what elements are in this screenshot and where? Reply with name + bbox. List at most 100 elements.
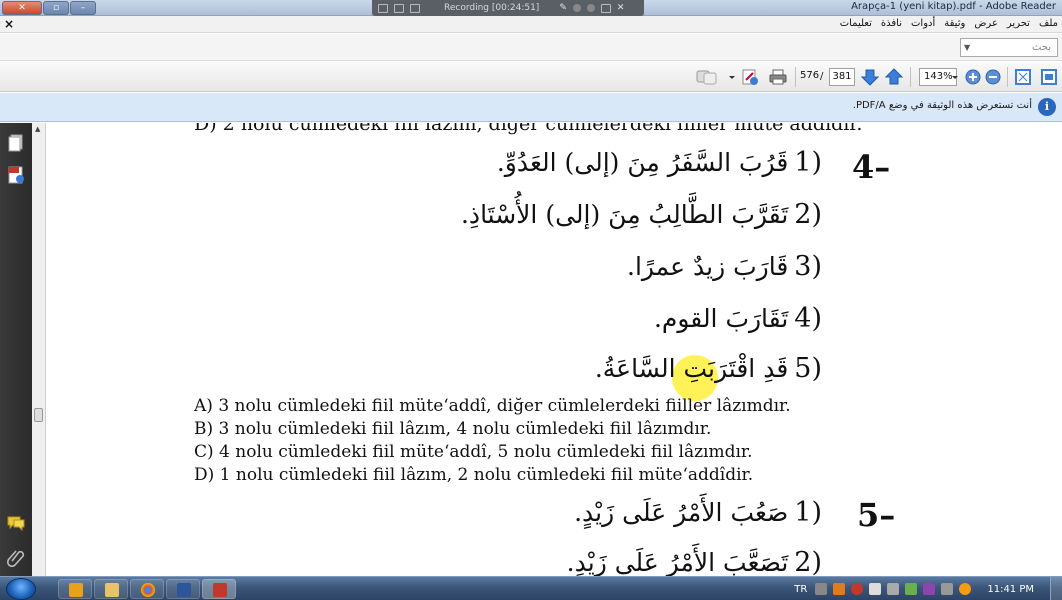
next-page-icon[interactable] (861, 68, 879, 86)
menu-document[interactable]: وثيقة (944, 16, 965, 32)
toolbar-separator (910, 67, 911, 87)
comments-icon[interactable] (6, 513, 26, 533)
stop-icon[interactable] (586, 4, 595, 12)
q4-option-c: C) 4 nolu cümledeki fiil müte‘addî, 5 no… (194, 442, 753, 462)
chevron-down-icon[interactable] (728, 68, 736, 86)
q4-sentence-3: قَارَبَ زيدٌ عمرًا. 3) (627, 251, 822, 282)
search-dropdown-icon[interactable]: ▼ (964, 39, 970, 56)
q5-sentence-2-number: 2) (794, 547, 822, 576)
scroll-up-icon[interactable]: ▲ (35, 125, 40, 133)
menu-help[interactable]: تعليمات (840, 16, 872, 32)
q4-sentence-5-text: قَدِ اقْتَرَبَتِ السَّاعَةُ. (594, 354, 789, 383)
close-document-button[interactable]: × (4, 16, 14, 32)
menu-file[interactable]: ملف (1039, 16, 1058, 32)
read-mode-icon[interactable] (1040, 68, 1058, 86)
folder-icon (105, 583, 119, 597)
pdfa-info-bar: أنت تستعرض هذه الوثيقة في وضع PDF/A. i (0, 93, 1062, 122)
q4-sentence-3-number: 3) (794, 251, 822, 282)
tray-security-icon[interactable] (905, 583, 918, 595)
q4-sentence-5-number: 5) (794, 353, 822, 384)
maximize-window-button[interactable]: ▫ (43, 1, 69, 15)
clock[interactable]: 11:41 PM (987, 584, 1034, 595)
recording-toolbar: Recording [00:24:51] ✎ ✕ (372, 0, 644, 16)
language-indicator[interactable]: TR (794, 584, 807, 595)
document-page: D) 2 nolu cümledeki fiil lâzım, diğer cü… (47, 123, 1062, 576)
region-icon[interactable] (410, 3, 420, 13)
tray-device-icon[interactable] (941, 583, 954, 595)
q4-sentence-2-text: تَقَرَّبَ الطَّالِبُ مِنَ (إلى) الأُسْتَ… (460, 200, 789, 229)
pdfa-message: أنت تستعرض هذه الوثيقة في وضع PDF/A. (852, 100, 1032, 111)
question-5-number: 5– (857, 496, 896, 534)
q5-sentence-1-text: صَعُبَ الأَمْرُ عَلَى زَيْدٍ. (574, 498, 789, 527)
zoom-dropdown-icon[interactable] (951, 68, 959, 86)
current-page-field[interactable]: 576 (800, 68, 819, 86)
close-recorder-icon[interactable]: ✕ (617, 3, 625, 13)
windows-taskbar: TR 11:41 PM (0, 576, 1062, 600)
word-icon (177, 583, 191, 597)
show-desktop-button[interactable] (1050, 577, 1062, 600)
search-input[interactable]: ▼ بحث (960, 38, 1058, 57)
fit-page-icon[interactable] (1014, 68, 1032, 86)
tray-app-icon[interactable] (833, 583, 846, 595)
system-tray: TR 11:41 PM (794, 577, 1062, 600)
pen-icon[interactable]: ✎ (559, 3, 567, 13)
camera-icon[interactable] (600, 3, 611, 13)
scroll-thumb[interactable] (34, 408, 43, 422)
q4-sentence-1: قَرُبَ السَّفَرُ مِنَ (إلى) العَدُوِّ. 1… (497, 147, 822, 178)
q5-sentence-2: تَصَعَّبَ الأَمْرُ عَلَى زَيْدٍ. 2) (567, 547, 822, 576)
page-separator: / (820, 71, 824, 82)
q4-sentence-1-number: 1) (794, 147, 822, 178)
zoom-in-icon[interactable] (964, 68, 982, 86)
taskbar-adobe-reader[interactable] (202, 579, 236, 599)
minimize-window-button[interactable]: – (70, 1, 96, 15)
collaborate-icon[interactable] (696, 68, 718, 86)
info-icon: i (1038, 98, 1056, 116)
sign-document-icon[interactable] (741, 68, 759, 86)
window-controls: ✕ ▫ – (2, 1, 96, 15)
q4-sentence-5: قَدِ اقْتَرَبَتِ السَّاعَةُ. 5) (595, 353, 822, 384)
volume-icon[interactable] (869, 583, 882, 595)
recording-label: Recording [00:24:51] (444, 3, 540, 13)
q4-sentence-2: تَقَرَّبَ الطَّالِبُ مِنَ (إلى) الأُسْتَ… (461, 199, 822, 230)
tray-onenote-icon[interactable] (923, 583, 936, 595)
adobe-reader-icon (213, 583, 227, 597)
menu-view[interactable]: عرض (974, 16, 998, 32)
q4-option-a: A) 3 nolu cümledeki fiil müte‘addî, diğe… (194, 396, 791, 416)
paperclip-icon[interactable] (6, 547, 26, 567)
q4-sentence-4: تَقَارَبَ القوم. 4) (654, 303, 822, 334)
network-icon[interactable] (887, 583, 900, 595)
media-player-icon (69, 583, 83, 597)
vertical-scrollbar[interactable]: ▲ (32, 123, 46, 576)
tray-expand-icon[interactable] (815, 583, 828, 595)
cutoff-option-line: D) 2 nolu cümledeki fiil lâzım, diğer cü… (194, 123, 863, 135)
tray-recorder-icon[interactable] (851, 583, 864, 595)
print-icon[interactable] (769, 68, 787, 86)
q4-option-b: B) 3 nolu cümledeki fiil lâzım, 4 nolu c… (194, 419, 712, 439)
q4-sentence-3-text: قَارَبَ زيدٌ عمرًا. (627, 252, 789, 281)
window-icon[interactable] (378, 3, 388, 13)
menu-edit[interactable]: تحرير (1007, 16, 1030, 32)
search-row: ▼ بحث (0, 34, 1062, 61)
document-viewport[interactable]: D) 2 nolu cümledeki fiil lâzım, diğer cü… (47, 123, 1062, 576)
start-button[interactable] (6, 578, 36, 600)
tray-speaker-icon[interactable] (959, 583, 972, 595)
zoom-out-icon[interactable] (984, 68, 1002, 86)
taskbar-media-player[interactable] (58, 579, 92, 599)
previous-page-icon[interactable] (885, 68, 903, 86)
window-title: Arapça-1 (yeni kitap).pdf - Adobe Reader (851, 1, 1056, 12)
close-window-button[interactable]: ✕ (2, 1, 42, 15)
attachments-pdf-icon[interactable] (6, 165, 26, 185)
menu-window[interactable]: نافذة (881, 16, 902, 32)
chrome-icon (141, 583, 155, 597)
toolbar-separator (1007, 67, 1008, 87)
taskbar-explorer[interactable] (94, 579, 128, 599)
pages-icon[interactable] (6, 133, 26, 153)
restore-icon[interactable] (394, 3, 404, 13)
toolbar-separator (795, 67, 796, 87)
taskbar-word[interactable] (166, 579, 200, 599)
taskbar-chrome[interactable] (130, 579, 164, 599)
q4-option-d: D) 1 nolu cümledeki fiil lâzım, 2 nolu c… (194, 465, 754, 485)
pause-icon[interactable] (572, 4, 581, 12)
menu-tools[interactable]: أدوات (911, 16, 935, 32)
menu-bar: × ملف تحرير عرض وثيقة أدوات نافذة تعليما… (0, 16, 1062, 33)
